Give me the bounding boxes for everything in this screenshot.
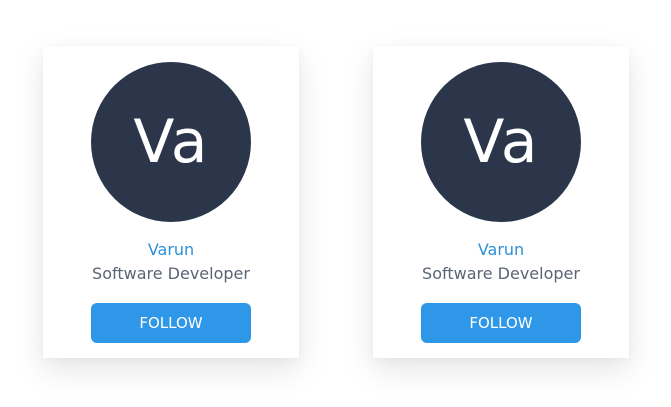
profile-role: Software Developer [92,264,250,283]
profile-role: Software Developer [422,264,580,283]
profile-name: Varun [147,240,195,259]
avatar: Va [421,62,581,222]
follow-button[interactable]: FOLLOW [421,303,581,343]
profile-cards-container: Va Varun Software Developer FOLLOW Va Va… [0,0,671,407]
profile-card: Va Varun Software Developer FOLLOW [373,46,629,358]
avatar: Va [91,62,251,222]
follow-button[interactable]: FOLLOW [91,303,251,343]
profile-name: Varun [477,240,525,259]
profile-card: Va Varun Software Developer FOLLOW [43,46,299,358]
